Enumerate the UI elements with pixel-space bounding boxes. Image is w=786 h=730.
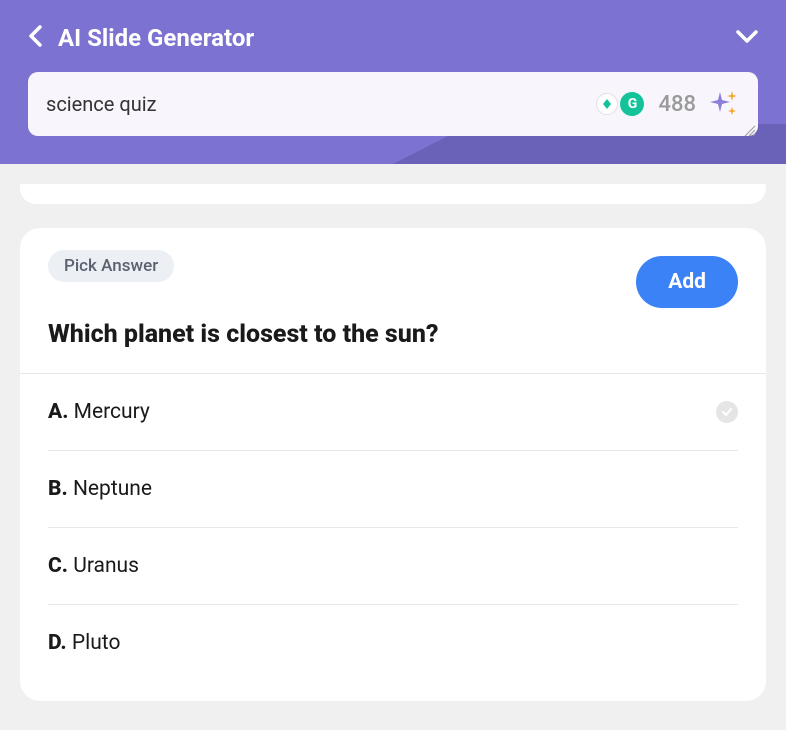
prompt-input[interactable]: [46, 92, 596, 116]
header-bar: AI Slide Generator G 488: [0, 0, 786, 164]
page-title: AI Slide Generator: [58, 24, 254, 52]
question-card: Pick Answer Add Which planet is closest …: [20, 228, 766, 701]
grammarly-badge[interactable]: G: [596, 92, 644, 116]
prompt-input-bar: G 488: [28, 72, 758, 136]
answer-option[interactable]: A. Mercury: [48, 374, 738, 451]
header-left: AI Slide Generator: [28, 24, 254, 52]
sparkle-icon[interactable]: [708, 88, 740, 120]
character-count: 488: [658, 92, 696, 117]
back-icon[interactable]: [28, 25, 42, 51]
answer-list: A. Mercury B. Neptune C. Uranus: [20, 374, 766, 681]
answer-text: C. Uranus: [48, 554, 139, 578]
answer-option[interactable]: D. Pluto: [48, 605, 738, 681]
check-circle-icon: [716, 401, 738, 423]
answer-text: A. Mercury: [48, 400, 150, 424]
resize-handle-icon[interactable]: [744, 122, 756, 134]
card-header: Pick Answer Add: [20, 256, 766, 308]
diamond-icon: [596, 93, 618, 115]
answer-option[interactable]: B. Neptune: [48, 451, 738, 528]
previous-card-stub: [20, 184, 766, 204]
add-button[interactable]: Add: [636, 256, 738, 308]
grammarly-icon: G: [620, 92, 644, 116]
content-area: Pick Answer Add Which planet is closest …: [0, 164, 786, 701]
answer-option[interactable]: C. Uranus: [48, 528, 738, 605]
question-text: Which planet is closest to the sun?: [20, 320, 766, 349]
answer-text: D. Pluto: [48, 631, 120, 655]
question-type-badge: Pick Answer: [48, 250, 174, 282]
header-top: AI Slide Generator: [28, 24, 758, 52]
chevron-down-icon[interactable]: [736, 29, 758, 48]
input-icons: G 488: [596, 88, 740, 120]
answer-text: B. Neptune: [48, 477, 152, 501]
